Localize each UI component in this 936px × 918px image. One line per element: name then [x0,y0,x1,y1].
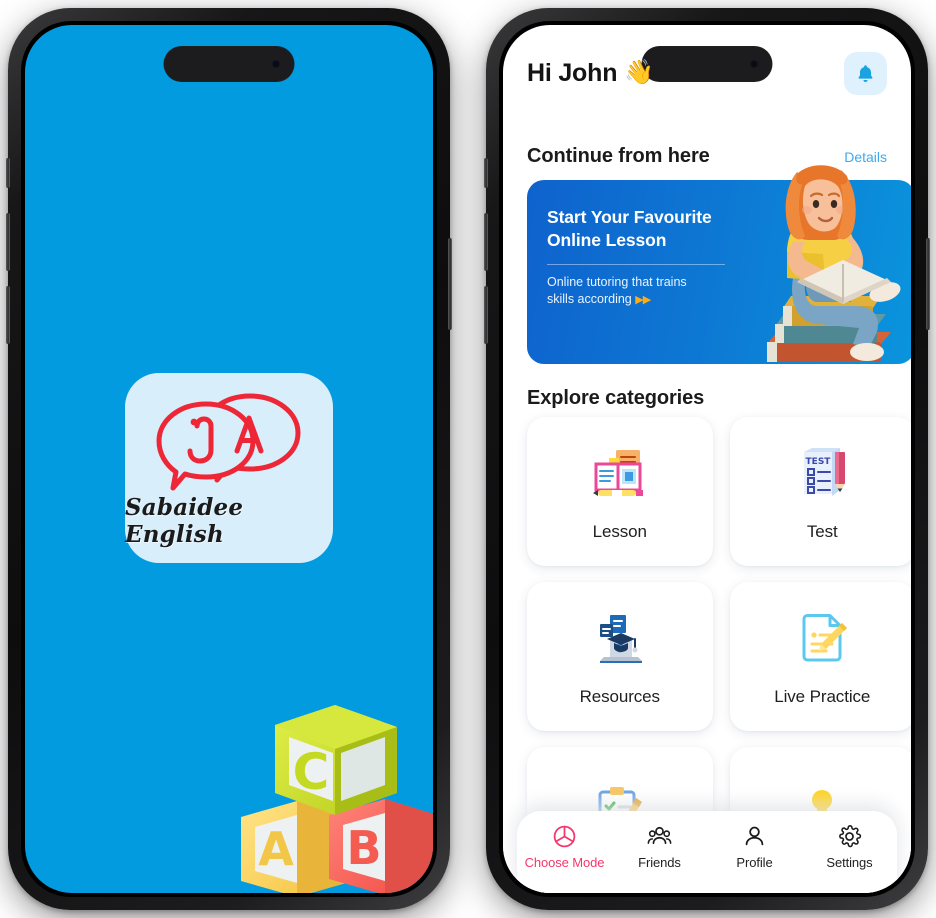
laptop-graduation-cap-icon [599,614,642,663]
explore-section-title: Explore categories [527,387,705,409]
nav-item-settings[interactable]: Settings [802,824,897,870]
banner-title-line2: Online Lesson [547,230,667,251]
continue-lesson-banner[interactable]: Start Your Favourite Online Lesson Onlin… [527,165,911,364]
volume-up-button[interactable] [6,213,10,271]
screenshot-canvas: Sabaidee English A B C Hi John 👋 Continu… [0,0,936,918]
nav-item-choose-mode[interactable]: Choose Mode [517,824,612,870]
nav-label: Choose Mode [524,855,605,870]
volume-down-button-right[interactable] [484,286,488,344]
phone-left-bezel: Sabaidee English A B C [21,21,437,897]
pie-chart-icon [553,825,576,848]
nav-label: Profile [736,855,773,870]
power-button-right[interactable] [926,238,930,330]
category-label: Test [806,521,838,541]
category-card-test[interactable]: TEST Test [729,417,911,566]
girl-reading-illustration [767,165,901,362]
abc-blocks-illustration: A B C [241,705,433,893]
phone-left-splash: Sabaidee English A B C [6,8,452,910]
volume-up-button-right[interactable] [484,213,488,271]
greeting-block: Hi John 👋 [527,59,654,88]
bottom-navigation-bar: Choose Mode Friends Profile Settings [517,811,897,893]
people-group-icon [647,826,672,845]
nav-item-friends[interactable]: Friends [612,824,707,870]
front-camera-icon [271,59,281,69]
phone-right-bezel: Hi John 👋 Continue from here Details Sta… [499,21,915,897]
open-book-notes-icon [592,449,643,496]
category-card-live-practice[interactable]: Live Practice [729,582,911,731]
app-header: Hi John 👋 [503,47,911,99]
waving-hand-icon: 👋 [624,59,654,86]
test-paper-pencil-icon: TEST [804,447,846,496]
continue-section-title: Continue from here [527,145,710,167]
nav-label: Settings [826,855,873,870]
category-label: Lesson [592,521,647,541]
app-logo-card: Sabaidee English [125,373,333,563]
banner-text-block: Start Your Favourite Online Lesson Onlin… [547,206,759,309]
banner-subtitle-line2: skills according [547,292,632,307]
phone-right-screen: Hi John 👋 Continue from here Details Sta… [503,25,911,893]
notifications-button[interactable] [844,51,887,95]
category-card-resources[interactable]: Resources [527,582,713,731]
power-button[interactable] [448,238,452,330]
nav-item-profile[interactable]: Profile [707,824,802,870]
mute-switch[interactable] [6,158,10,188]
svg-text:C: C [293,743,330,801]
dynamic-island [163,46,295,82]
mute-switch-right[interactable] [484,158,488,188]
banner-divider [547,263,725,265]
nav-label: Friends [638,855,681,870]
phone-left-screen: Sabaidee English A B C [25,25,433,893]
category-card-lesson[interactable]: Lesson [527,417,713,566]
banner-subtitle-line2-row: skills according ▶▶ [547,291,759,309]
phone-right-app: Hi John 👋 Continue from here Details Sta… [484,8,930,910]
svg-text:A: A [258,822,294,876]
volume-down-button[interactable] [6,286,10,344]
forward-arrows-icon[interactable]: ▶▶ [635,294,651,306]
category-label: Resources [579,686,660,706]
splash-screen: Sabaidee English A B C [25,25,433,893]
app-home-screen: Hi John 👋 Continue from here Details Sta… [503,25,911,893]
app-name-wordmark: Sabaidee English [125,494,244,548]
explore-section-header: Explore categories [527,387,887,410]
banner-title-line1: Start Your Favourite [547,207,712,227]
svg-text:TEST: TEST [806,457,832,467]
svg-text:B: B [346,821,381,875]
gear-icon [839,825,862,848]
bell-icon [858,64,873,82]
banner-subtitle-line1: Online tutoring that trains [547,274,687,289]
speech-bubbles-logo-icon [156,393,301,491]
greeting-text: Hi John [527,58,618,87]
document-pencil-icon [802,613,848,661]
person-icon [745,826,764,846]
category-label: Live Practice [774,686,871,706]
